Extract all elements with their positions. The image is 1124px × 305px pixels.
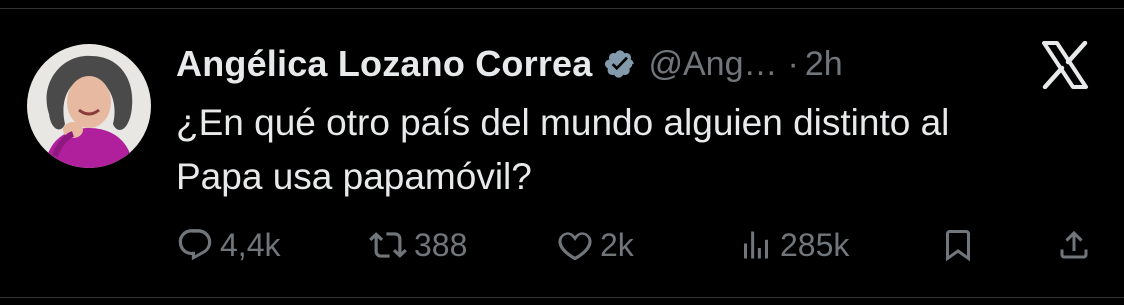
bookmark-icon — [940, 226, 976, 264]
verified-badge-icon — [604, 48, 636, 80]
views-button[interactable]: 285k — [738, 222, 849, 268]
share-button[interactable] — [1056, 222, 1092, 268]
x-logo-icon[interactable] — [1040, 40, 1090, 90]
author-handle[interactable]: @Ang… — [648, 45, 777, 84]
retweet-count: 388 — [414, 226, 468, 263]
author-name[interactable]: Angélica Lozano Correa — [176, 43, 592, 85]
heart-icon — [556, 226, 594, 264]
like-count: 2k — [600, 226, 634, 263]
views-icon — [738, 226, 774, 264]
avatar[interactable] — [27, 44, 151, 168]
retweet-button[interactable]: 388 — [368, 222, 467, 268]
reply-count: 4,4k — [220, 226, 281, 263]
views-count: 285k — [780, 226, 850, 263]
reply-icon — [176, 226, 214, 264]
reply-button[interactable]: 4,4k — [176, 222, 280, 268]
bottom-divider — [0, 297, 1124, 298]
share-icon — [1056, 226, 1092, 264]
bookmark-button[interactable] — [940, 222, 976, 268]
avatar-image — [27, 44, 151, 168]
like-button[interactable]: 2k — [556, 222, 634, 268]
tweet-text-line-1: ¿En qué otro país del mundo alguien dist… — [176, 102, 950, 143]
tweet-text-line-2: Papa usa papamóvil? — [176, 156, 532, 197]
retweet-icon — [368, 226, 408, 264]
tweet-text: ¿En qué otro país del mundo alguien dist… — [176, 96, 1096, 204]
top-divider — [0, 8, 1124, 9]
header-separator: · — [787, 44, 799, 83]
tweet-header: Angélica Lozano Correa @Ang… · 2h — [176, 38, 843, 90]
action-bar: 4,4k 388 2k 285k — [0, 222, 1124, 268]
tweet-time[interactable]: 2h — [805, 45, 843, 84]
